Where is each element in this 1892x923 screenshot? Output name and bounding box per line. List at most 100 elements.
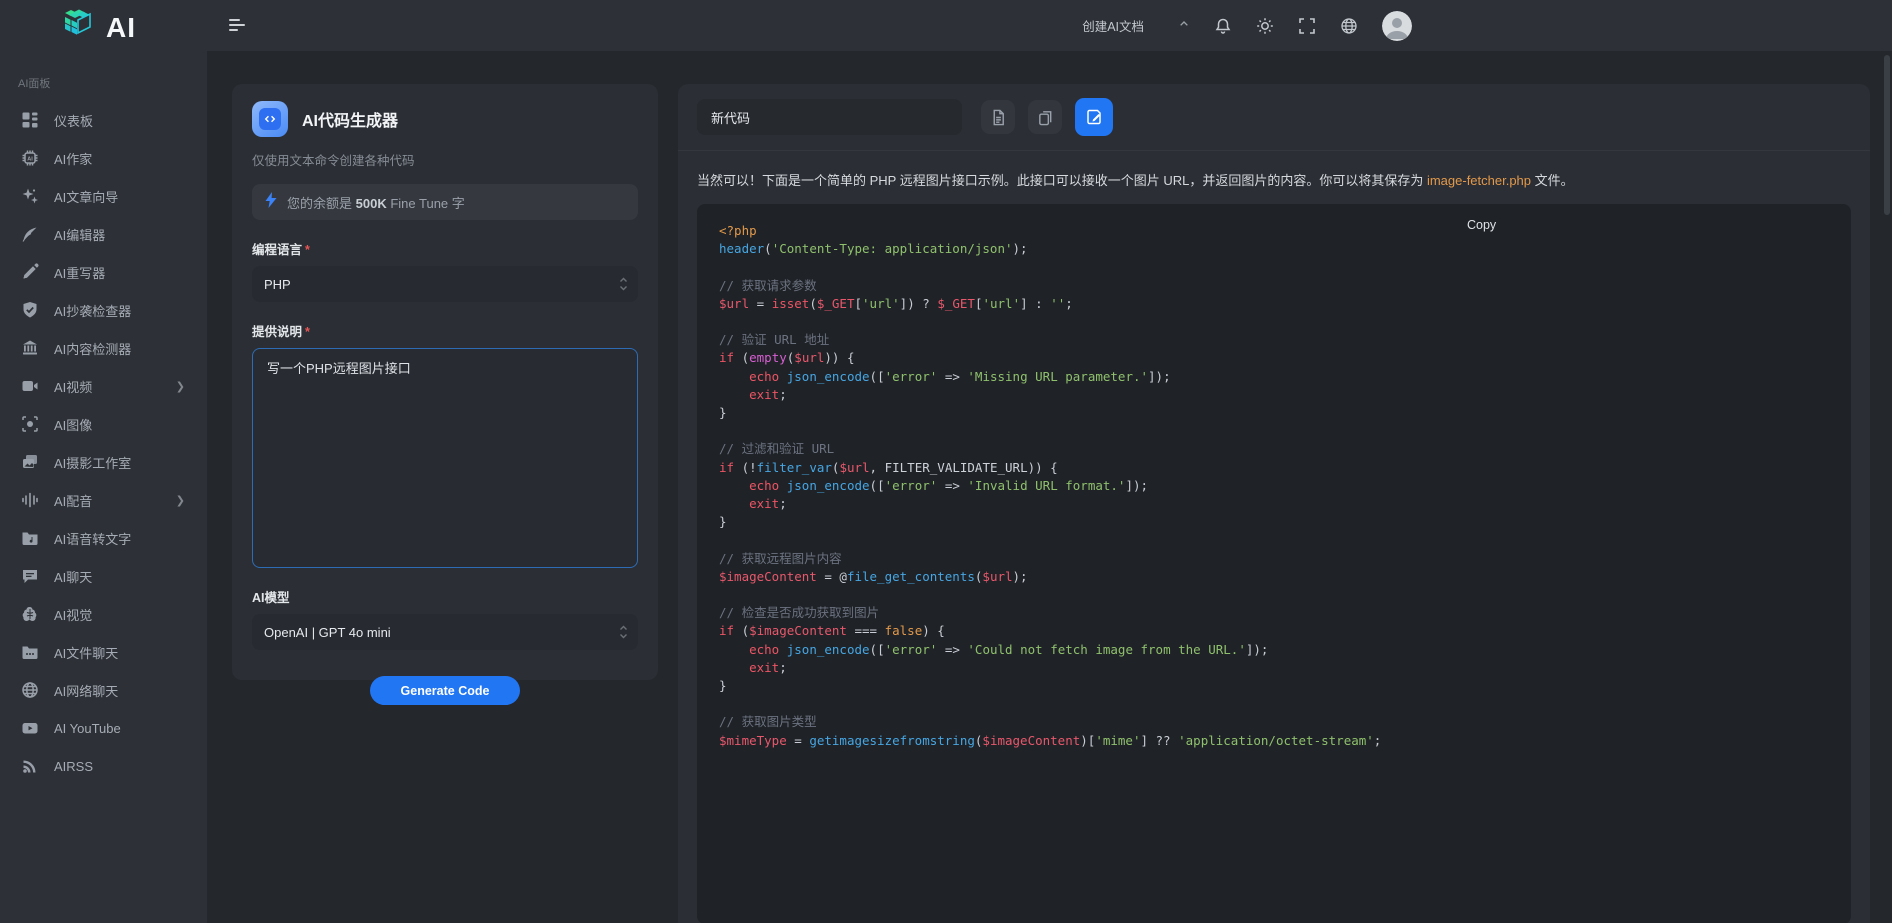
generate-code-button[interactable]: Generate Code [370, 676, 520, 705]
editor-icon [21, 225, 39, 243]
brand-text: AI [106, 12, 136, 44]
new-document-button[interactable] [981, 100, 1015, 134]
vision-icon [21, 605, 39, 623]
sidebar-item-chat[interactable]: AI聊天 [0, 557, 207, 595]
code-generator-icon [252, 101, 288, 137]
description-textarea[interactable]: 写一个PHP远程图片接口 [252, 348, 638, 568]
photo-studio-icon [21, 453, 39, 471]
dashboard-icon [21, 111, 39, 129]
generated-code: <?phpheader('Content-Type: application/j… [719, 222, 1829, 750]
image-icon [21, 415, 39, 433]
page-scrollbar[interactable] [1884, 55, 1890, 215]
copy-document-button[interactable] [1028, 100, 1062, 134]
svg-text:AI: AI [27, 156, 33, 162]
sidebar-item-image[interactable]: AI图像 [0, 405, 207, 443]
sidebar-item-label: AI内容检测器 [54, 339, 131, 358]
sidebar-item-label: AI文章向导 [54, 187, 118, 206]
copy-code-button[interactable]: Copy [1467, 218, 1496, 232]
language-label: 编程语言* [252, 239, 638, 258]
sidebar-item-dashboard[interactable]: 仪表板 [0, 101, 207, 139]
speech-to-text-icon [21, 529, 39, 547]
sidebar-item-label: AI抄袭检查器 [54, 301, 131, 320]
fullscreen-icon[interactable] [1298, 17, 1316, 35]
sidebar-item-label: AI视频 [54, 377, 92, 396]
create-ai-doc-dropdown[interactable]: 创建AI文档 [1082, 16, 1190, 35]
sidebar-item-file-chat[interactable]: AI文件聊天 [0, 633, 207, 671]
balance-banner: 您的余额是 500K Fine Tune 字 [252, 184, 638, 220]
model-select[interactable]: OpenAI | GPT 4o mini [252, 614, 638, 650]
plagiarism-checker-icon [21, 301, 39, 319]
sidebar-item-label: AI语音转文字 [54, 529, 131, 548]
sidebar-item-label: AI聊天 [54, 567, 92, 586]
sidebar: AI面板 仪表板 AIAI作家 AI文章向导 AI编辑器 AI重写器 AI抄袭检查器 AI内… [0, 51, 207, 923]
language-globe-icon[interactable] [1340, 17, 1358, 35]
sidebar-item-photo-studio[interactable]: AI摄影工作室 [0, 443, 207, 481]
voiceover-icon [21, 491, 39, 509]
rss-icon [21, 757, 39, 775]
sidebar-item-label: AI重写器 [54, 263, 105, 282]
main-content: AI代码生成器 仅使用文本命令创建各种代码 您的余额是 500K Fine Tu… [215, 51, 1892, 923]
theme-sun-icon[interactable] [1256, 17, 1274, 35]
chat-icon [21, 567, 39, 585]
notifications-bell-icon[interactable] [1214, 17, 1232, 35]
video-icon [21, 377, 39, 395]
sidebar-item-label: AI网络聊天 [54, 681, 118, 700]
sidebar-item-label: AI配音 [54, 491, 92, 510]
sidebar-item-label: AI摄影工作室 [54, 453, 131, 472]
sidebar-item-web-chat[interactable]: AI网络聊天 [0, 671, 207, 709]
sidebar-item-label: AIRSS [54, 759, 93, 774]
sidebar-item-label: AI编辑器 [54, 225, 105, 244]
sidebar-item-label: AI文件聊天 [54, 643, 118, 662]
top-navbar: AI 创建AI文档 [0, 0, 1892, 51]
assistant-intro-text: 当然可以！下面是一个简单的 PHP 远程图片接口示例。此接口可以接收一个图片 U… [697, 171, 1851, 190]
sidebar-item-ai-writer[interactable]: AIAI作家 [0, 139, 207, 177]
content-detector-icon [21, 339, 39, 357]
ai-writer-icon: AI [21, 149, 39, 167]
balance-text: 您的余额是 500K Fine Tune 字 [287, 193, 465, 212]
sidebar-item-label: AI图像 [54, 415, 92, 434]
chevron-up-icon [1178, 18, 1190, 33]
sidebar-item-article-wizard[interactable]: AI文章向导 [0, 177, 207, 215]
select-arrows-icon [619, 276, 628, 295]
sidebar-item-content-detector[interactable]: AI内容检测器 [0, 329, 207, 367]
result-card: 当然可以！下面是一个简单的 PHP 远程图片接口示例。此接口可以接收一个图片 U… [678, 84, 1870, 923]
sidebar-item-plagiarism-checker[interactable]: AI抄袭检查器 [0, 291, 207, 329]
chevron-right-icon: ❯ [176, 494, 185, 507]
sidebar-item-label: AI YouTube [54, 721, 121, 736]
model-select-value: OpenAI | GPT 4o mini [264, 625, 391, 640]
select-arrows-icon [619, 624, 628, 643]
user-avatar[interactable] [1382, 11, 1412, 41]
sidebar-toggle-button[interactable] [229, 14, 251, 36]
sidebar-item-voiceover[interactable]: AI配音 ❯ [0, 481, 207, 519]
create-ai-doc-label: 创建AI文档 [1082, 16, 1144, 35]
sidebar-item-youtube[interactable]: AI YouTube [0, 709, 207, 747]
rewriter-icon [21, 263, 39, 281]
sidebar-item-speech-to-text[interactable]: AI语音转文字 [0, 519, 207, 557]
sidebar-item-video[interactable]: AI视频 ❯ [0, 367, 207, 405]
save-code-button[interactable] [1075, 98, 1113, 136]
page-subtitle: 仅使用文本命令创建各种代码 [252, 150, 638, 169]
generator-card: AI代码生成器 仅使用文本命令创建各种代码 您的余额是 500K Fine Tu… [232, 84, 658, 680]
language-select[interactable]: PHP [252, 266, 638, 302]
sidebar-item-vision[interactable]: AI视觉 [0, 595, 207, 633]
result-header [678, 84, 1870, 151]
code-title-input[interactable] [697, 99, 962, 135]
language-select-value: PHP [264, 277, 291, 292]
article-wizard-icon [21, 187, 39, 205]
web-chat-icon [21, 681, 39, 699]
sidebar-item-rewriter[interactable]: AI重写器 [0, 253, 207, 291]
file-chat-icon [21, 643, 39, 661]
sidebar-section-label: AI面板 [0, 51, 207, 101]
cube-logo-icon [58, 5, 98, 50]
sidebar-item-label: 仪表板 [54, 111, 93, 130]
page-title: AI代码生成器 [302, 107, 398, 131]
sidebar-item-rss[interactable]: AIRSS [0, 747, 207, 785]
chevron-right-icon: ❯ [176, 380, 185, 393]
description-label: 提供说明* [252, 321, 638, 340]
lightning-icon [264, 192, 278, 213]
model-label: AI模型 [252, 587, 638, 606]
sidebar-item-label: AI视觉 [54, 605, 92, 624]
sidebar-item-editor[interactable]: AI编辑器 [0, 215, 207, 253]
youtube-icon [21, 719, 39, 737]
brand-logo[interactable]: AI [58, 5, 136, 50]
